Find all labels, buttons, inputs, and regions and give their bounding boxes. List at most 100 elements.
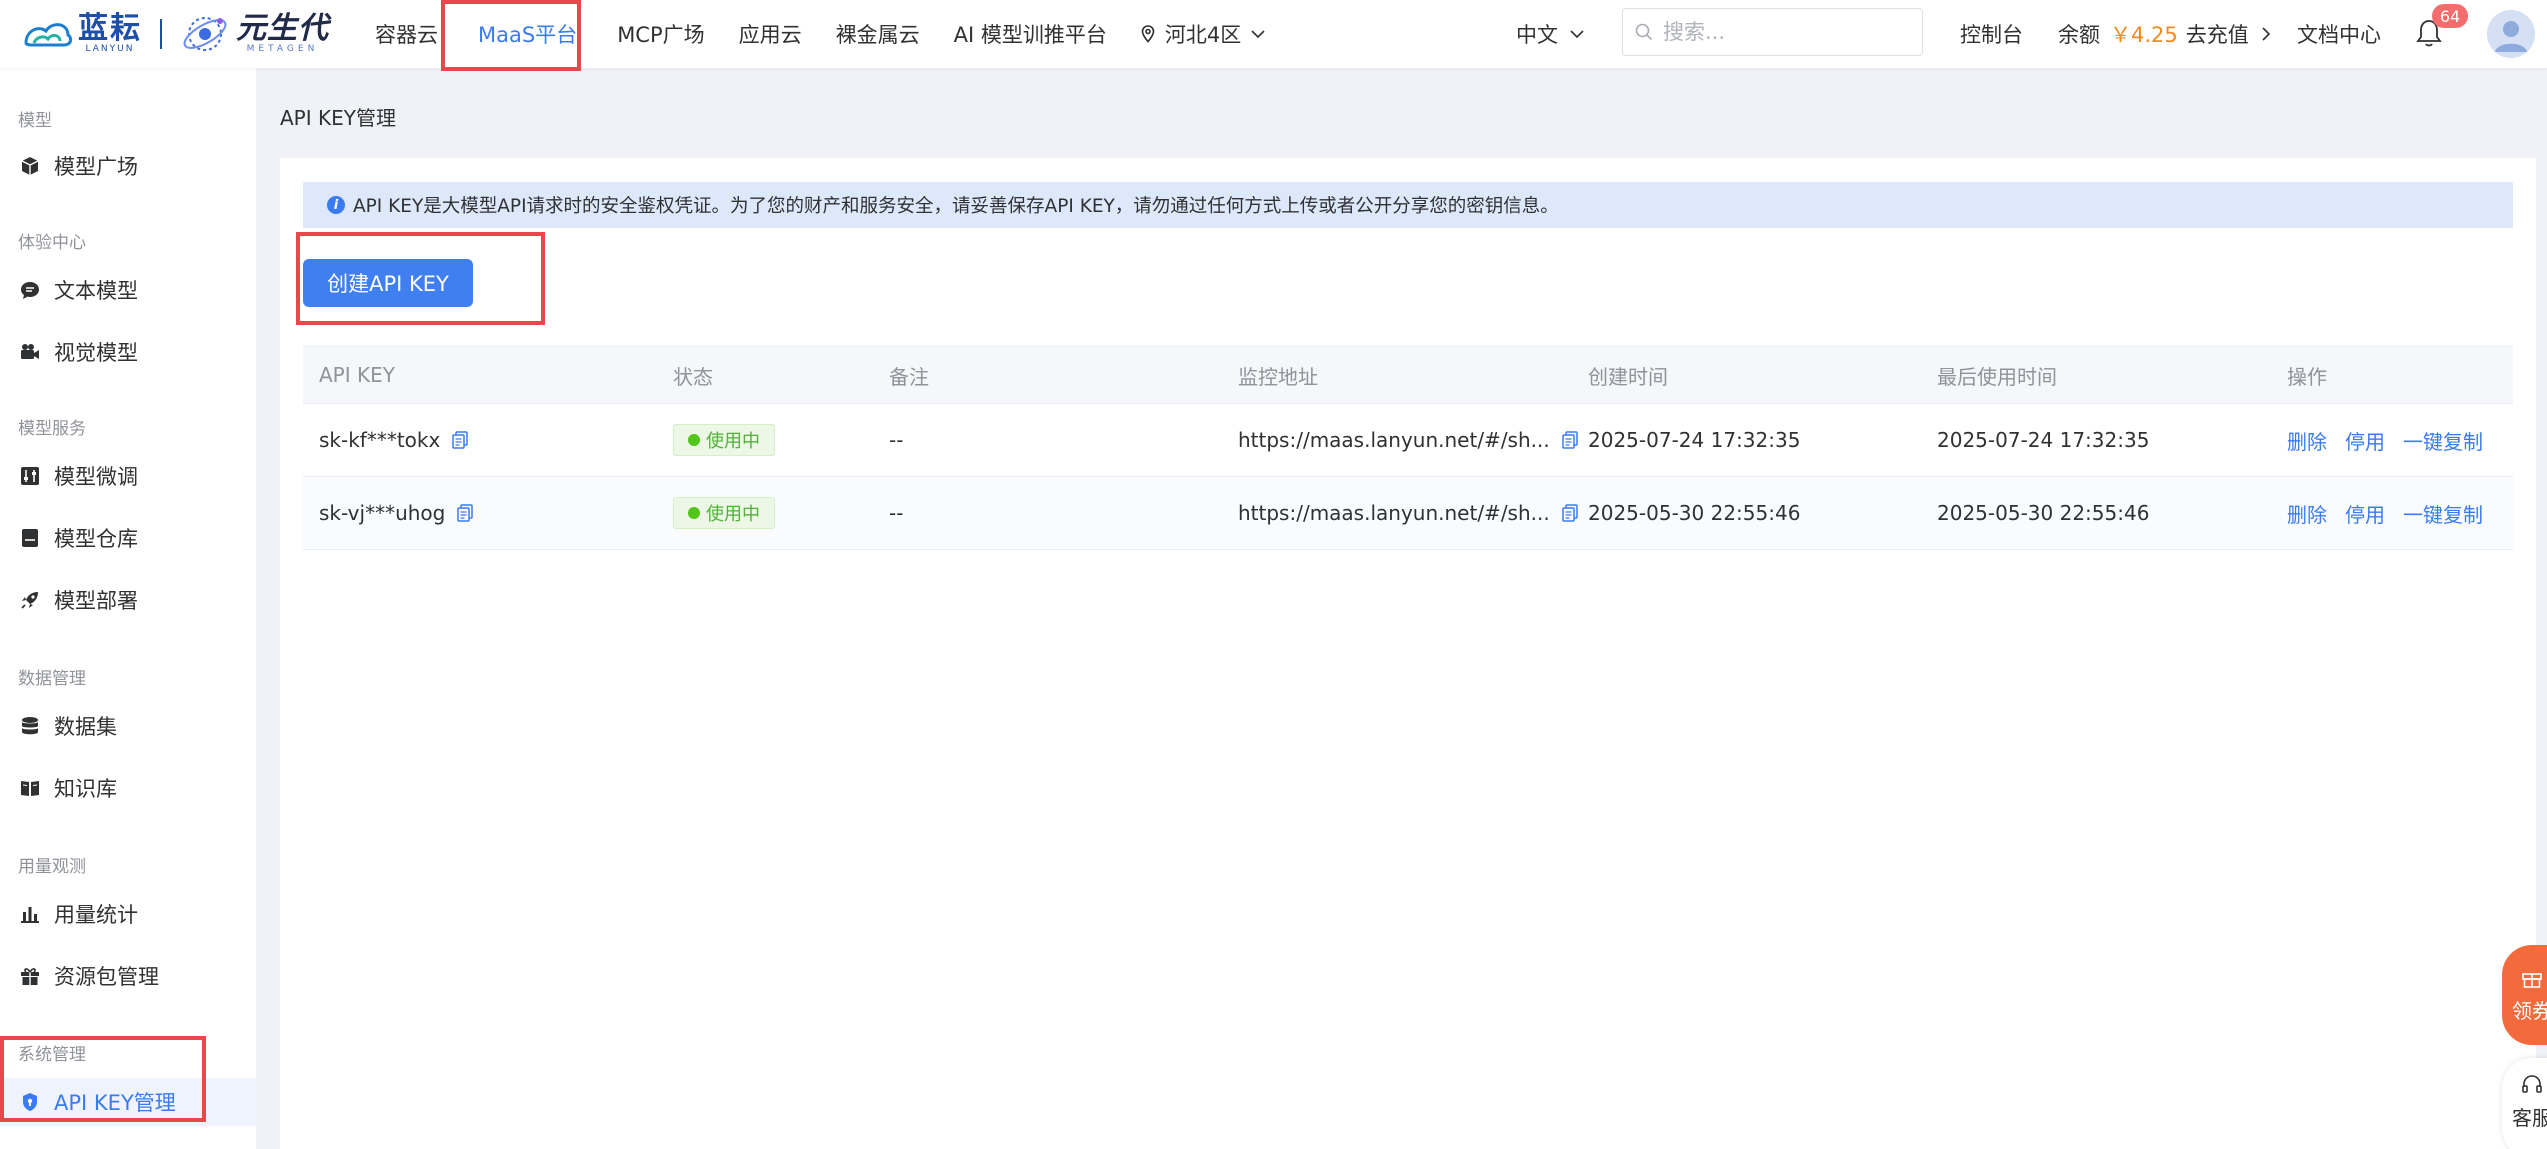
gift-icon	[20, 966, 40, 986]
status-cell: 使用中	[673, 404, 775, 476]
shield-icon	[20, 1092, 40, 1112]
delete-link[interactable]: 删除	[2287, 499, 2327, 528]
api-key-value: sk-kf***tokx	[319, 428, 441, 452]
sidebar-item-label: 模型部署	[54, 589, 138, 613]
sidebar-item-label: 文本模型	[54, 279, 138, 303]
sidebar-item-label: 模型仓库	[54, 527, 138, 551]
create-api-key-button[interactable]: 创建API KEY	[303, 259, 473, 307]
status-badge: 使用中	[673, 497, 775, 529]
sidebar-item-label: 用量统计	[54, 903, 138, 927]
sidebar-item-model-square[interactable]: 模型广场	[0, 142, 256, 190]
api-key-cell: sk-vj***uhog	[319, 477, 474, 549]
sidebar-item-model-deploy[interactable]: 模型部署	[0, 576, 256, 624]
cube-icon	[20, 156, 40, 176]
sidebar-item-label: 知识库	[54, 777, 117, 801]
sidebar-item-text-model[interactable]: 文本模型	[0, 266, 256, 314]
coupon-float-button[interactable]: 领券	[2502, 945, 2547, 1045]
sidebar-group-system: 系统管理	[18, 1045, 86, 1065]
nav-item-mcp[interactable]: MCP广场	[600, 0, 721, 68]
column-header-actions: 操作	[2287, 364, 2327, 389]
sidebar-item-api-key[interactable]: API KEY管理	[0, 1078, 256, 1126]
logo-divider	[160, 19, 162, 49]
nav-item-bare-metal[interactable]: 裸金属云	[819, 0, 937, 68]
chat-bubble-icon	[20, 280, 40, 300]
gift-icon	[2522, 972, 2542, 988]
monitor-url-cell: https://maas.lanyun.net/#/sh...	[1238, 404, 1578, 476]
top-header: 蓝耘 LANYUN 元生代 METAGEN 容器云 MaaS平台 MCP广场 应…	[0, 0, 2547, 71]
sidebar-item-vision-model[interactable]: 视觉模型	[0, 328, 256, 376]
service-label: 客服	[2512, 1106, 2547, 1130]
sidebar: 模型 模型广场 体验中心 文本模型 视觉模型 模型服务 模型微调 模型仓库 模型…	[0, 68, 256, 1149]
book-icon	[20, 778, 40, 798]
balance-area[interactable]: 余额 ￥4.25 去充值	[2058, 0, 2271, 68]
sidebar-item-usage-stats[interactable]: 用量统计	[0, 890, 256, 938]
copy-link[interactable]: 一键复制	[2403, 499, 2483, 528]
sidebar-item-dataset[interactable]: 数据集	[0, 702, 256, 750]
disable-link[interactable]: 停用	[2345, 499, 2385, 528]
language-label: 中文	[1516, 23, 1558, 47]
sidebar-item-resource-pack[interactable]: 资源包管理	[0, 952, 256, 1000]
copy-link[interactable]: 一键复制	[2403, 426, 2483, 455]
chevron-down-icon	[1570, 30, 1584, 39]
sidebar-item-fine-tune[interactable]: 模型微调	[0, 452, 256, 500]
sliders-icon	[20, 466, 40, 486]
status-dot-icon	[688, 434, 700, 446]
disable-link[interactable]: 停用	[2345, 426, 2385, 455]
logo[interactable]: 蓝耘 LANYUN 元生代 METAGEN	[22, 6, 329, 62]
status-text: 使用中	[706, 504, 760, 525]
copy-icon[interactable]	[457, 504, 474, 522]
language-selector[interactable]: 中文	[1516, 0, 1584, 68]
copy-icon[interactable]	[1561, 504, 1578, 522]
column-header-created: 创建时间	[1588, 364, 1668, 389]
avatar[interactable]	[2487, 10, 2535, 58]
remark-cell: --	[889, 428, 904, 452]
last-used-cell: 2025-07-24 17:32:35	[1937, 428, 2150, 452]
monitor-url-cell: https://maas.lanyun.net/#/sh...	[1238, 477, 1578, 549]
customer-service-float-button[interactable]: 客服	[2502, 1058, 2547, 1149]
last-used-cell: 2025-05-30 22:55:46	[1937, 501, 2150, 525]
delete-link[interactable]: 删除	[2287, 426, 2327, 455]
search-box[interactable]	[1622, 8, 1923, 56]
info-icon: i	[327, 196, 345, 214]
copy-icon[interactable]	[1561, 431, 1578, 449]
sidebar-item-knowledge-base[interactable]: 知识库	[0, 764, 256, 812]
top-nav: 容器云 MaaS平台 MCP广场 应用云 裸金属云 AI 模型训推平台 河北4区	[358, 0, 1282, 68]
search-input[interactable]	[1663, 20, 1903, 44]
chevron-right-icon	[2262, 27, 2270, 41]
archive-icon	[20, 528, 40, 548]
balance-label: 余额	[2058, 23, 2100, 47]
metagen-logo-icon	[183, 17, 227, 51]
lanyun-logo-icon	[24, 23, 73, 47]
docs-link[interactable]: 文档中心	[2297, 0, 2381, 68]
nav-item-ai-training[interactable]: AI 模型训推平台	[937, 0, 1124, 68]
api-key-value: sk-vj***uhog	[319, 501, 446, 525]
region-label: 河北4区	[1164, 23, 1242, 47]
logo-text: 蓝耘	[78, 11, 142, 46]
console-link[interactable]: 控制台	[1960, 0, 2023, 68]
sidebar-item-label: 资源包管理	[54, 965, 159, 989]
video-camera-icon	[20, 342, 40, 362]
column-header-last-used: 最后使用时间	[1937, 364, 2057, 389]
rocket-icon	[20, 590, 40, 610]
location-pin-icon	[1141, 25, 1155, 43]
api-key-cell: sk-kf***tokx	[319, 404, 469, 476]
copy-icon[interactable]	[452, 431, 469, 449]
sidebar-group-experience: 体验中心	[18, 233, 86, 253]
bar-chart-icon	[20, 904, 40, 924]
sidebar-item-label: 模型微调	[54, 465, 138, 489]
notification-badge: 64	[2432, 4, 2468, 28]
recharge-link[interactable]: 去充值	[2186, 19, 2249, 49]
table-row: sk-kf***tokx 使用中 -- https://maas.lanyun.…	[303, 404, 2513, 477]
actions-cell: 删除 停用 一键复制	[2287, 404, 2501, 476]
monitor-url-value: https://maas.lanyun.net/#/sh...	[1238, 501, 1550, 525]
sidebar-item-model-repo[interactable]: 模型仓库	[0, 514, 256, 562]
nav-item-maas[interactable]: MaaS平台	[455, 0, 600, 68]
headset-icon	[2522, 1075, 2542, 1093]
page-title: API KEY管理	[280, 106, 396, 130]
status-dot-icon	[688, 507, 700, 519]
nav-item-container-cloud[interactable]: 容器云	[358, 0, 455, 68]
nav-item-app-cloud[interactable]: 应用云	[722, 0, 819, 68]
created-cell: 2025-05-30 22:55:46	[1588, 501, 1801, 525]
region-selector[interactable]: 河北4区	[1124, 0, 1282, 68]
column-header-monitor-url: 监控地址	[1238, 364, 1318, 389]
